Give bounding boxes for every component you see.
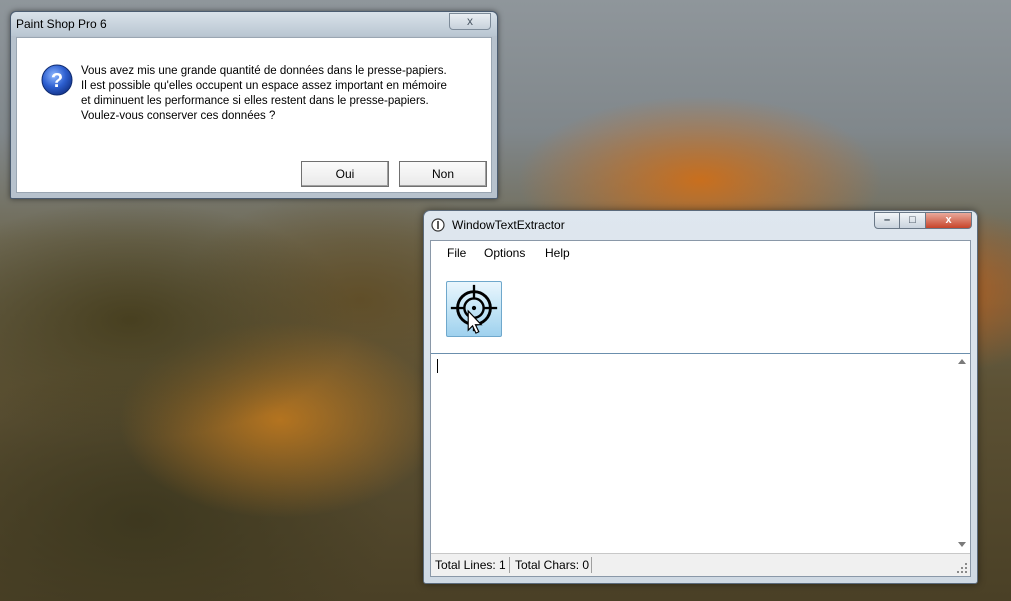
close-button[interactable]: x [926,212,972,229]
window-client-area: File Options Help Total Lines: 1 Total C… [430,240,971,577]
status-total-chars: Total Chars: 0 [515,558,590,572]
maximize-button[interactable]: □ [900,212,926,229]
dialog-message-line: et diminuent les performance si elles re… [81,95,429,107]
dialog-body: ? Vous avez mis une grande quantité de d… [16,37,492,193]
status-bar: Total Lines: 1 Total Chars: 0 [431,553,970,576]
app-icon [431,218,445,232]
paint-shop-pro-dialog: Paint Shop Pro 6 x ? Vous avez mis une g… [10,11,498,199]
dialog-message: Vous avez mis une grande quantité de don… [81,64,447,124]
dialog-title-bar[interactable]: Paint Shop Pro 6 x [11,12,497,36]
scroll-up-icon[interactable] [958,359,966,364]
svg-text:?: ? [51,70,63,92]
scroll-down-icon[interactable] [958,542,966,547]
status-total-lines: Total Lines: 1 [435,558,506,572]
menu-options[interactable]: Options [484,246,525,260]
minimize-button[interactable]: – [874,212,900,229]
dialog-title: Paint Shop Pro 6 [16,17,107,31]
target-finder-button[interactable] [446,281,502,337]
resize-grip-icon[interactable] [956,562,968,574]
cursor-arrow-icon [467,309,483,334]
question-icon: ? [41,64,73,96]
oui-button[interactable]: Oui [301,161,389,187]
vertical-scrollbar[interactable] [953,354,970,553]
window-text-extractor: WindowTextExtractor – □ x File Options H… [423,210,978,584]
dialog-message-line: Vous avez mis une grande quantité de don… [81,65,447,77]
menu-file[interactable]: File [447,246,466,260]
text-output-area[interactable] [431,354,970,553]
status-divider [509,557,510,573]
window-title: WindowTextExtractor [452,218,565,232]
dialog-message-line: Voulez-vous conserver ces données ? [81,110,276,122]
window-controls: – □ x [874,212,972,230]
menu-bar: File Options Help [431,241,970,265]
non-button[interactable]: Non [399,161,487,187]
dialog-message-line: Il est possible qu'elles occupent un esp… [81,80,447,92]
crosshair-target-icon [450,284,498,334]
menu-help[interactable]: Help [545,246,570,260]
dialog-close-button[interactable]: x [449,13,491,30]
status-divider [591,557,592,573]
text-caret [437,359,438,373]
